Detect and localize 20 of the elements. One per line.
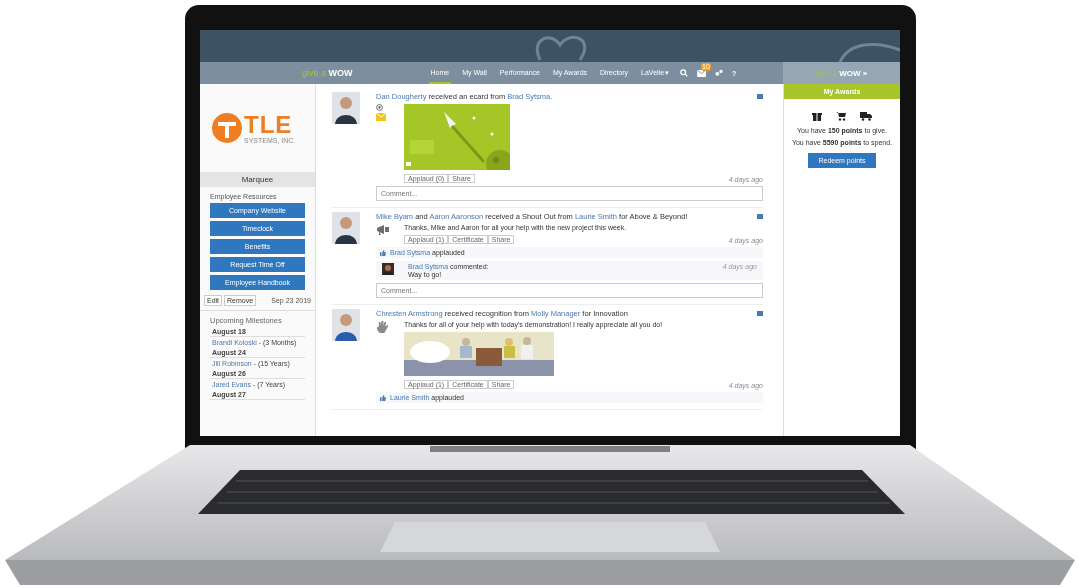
brand-logo[interactable]: give a WOW (302, 68, 353, 78)
avatar (382, 263, 394, 275)
thumbs-up-icon (380, 394, 386, 401)
marquee-header: Marquee (200, 172, 315, 187)
gift-icon[interactable] (812, 111, 822, 121)
megaphone-icon (376, 224, 390, 236)
brand-logo[interactable]: give a WOW » (815, 68, 868, 78)
truck-icon[interactable] (860, 111, 872, 121)
cart-icon[interactable] (836, 111, 846, 121)
mail-icon[interactable] (697, 69, 707, 77)
company-name: TLE (244, 112, 294, 137)
envelope-icon (376, 113, 386, 121)
hand-icon (376, 321, 389, 334)
company-logo-icon (212, 113, 242, 143)
avatar (332, 309, 360, 341)
settings-icon[interactable] (715, 69, 724, 77)
avatar (332, 212, 360, 244)
search-icon[interactable] (680, 69, 689, 77)
thumbs-up-icon (380, 249, 386, 256)
avatar (332, 92, 360, 124)
